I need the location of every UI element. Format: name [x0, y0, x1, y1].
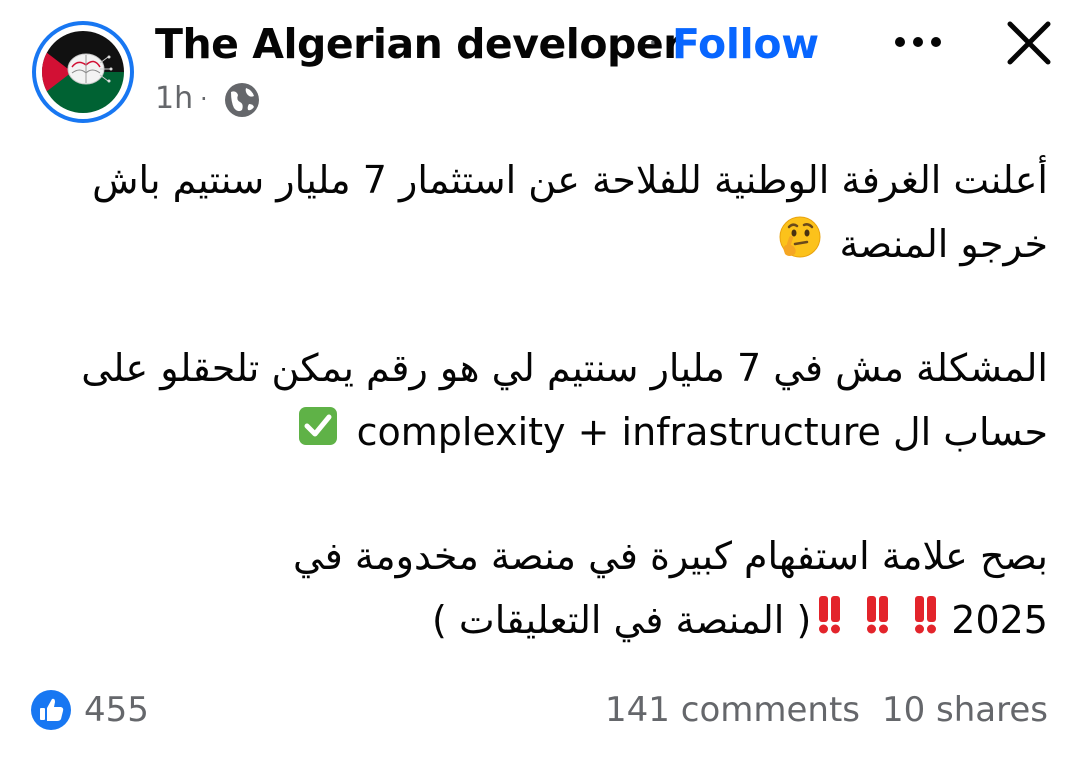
close-icon[interactable]: [1002, 16, 1056, 70]
avatar-image: [42, 31, 124, 113]
page-avatar[interactable]: [32, 21, 134, 123]
globe-icon: [222, 80, 262, 120]
page-name[interactable]: The Algerian developer: [155, 18, 683, 70]
follow-button[interactable]: Follow: [672, 18, 819, 70]
comments-count[interactable]: 141 comments: [605, 689, 860, 731]
post-header: The Algerian developer · Follow 1h ·: [0, 0, 1080, 130]
post-line-4-text: حساب ال complexity + infrastructure: [356, 410, 1048, 454]
shares-count[interactable]: 10 shares: [882, 689, 1048, 731]
post-line-5: بصح علامة استفهام كبيرة في منصة مخدومة ف…: [292, 534, 1048, 578]
more-options-icon[interactable]: [888, 22, 948, 62]
post-text: أعلنت الغرفة الوطنية للفلاحة عن استثمار …: [30, 148, 1048, 652]
post-timestamp[interactable]: 1h: [155, 80, 193, 118]
post-line-6-end: ( المنصة في التعليقات ): [432, 598, 812, 642]
reaction-count[interactable]: 455: [84, 689, 149, 731]
check-mark-emoji-icon: [296, 403, 340, 467]
post-line-6-number: 2025: [951, 598, 1048, 642]
post-line-1: أعلنت الغرفة الوطنية للفلاحة عن استثمار …: [92, 158, 1048, 202]
post-line-3: المشكلة مش في 7 مليار سنتيم لي هو رقم يم…: [81, 346, 1048, 390]
post-line-6: 2025 ( المنصة في التعليقات ): [30, 588, 1048, 652]
double-exclamation-emoji-icon: [815, 591, 947, 655]
thinking-face-emoji-icon: [777, 214, 823, 279]
post-footer: 455 141 comments 10 shares: [0, 685, 1080, 735]
name-separator: ·: [648, 26, 658, 61]
algerian-flag-brain-logo: [42, 31, 124, 113]
post-line-4: حساب ال complexity + infrastructure: [30, 400, 1048, 464]
like-reaction-icon[interactable]: [30, 689, 72, 731]
time-separator: ·: [200, 85, 208, 113]
post-line-2: خرجو المنصة: [30, 212, 1048, 276]
post-line-2-text: خرجو المنصة: [839, 222, 1048, 266]
